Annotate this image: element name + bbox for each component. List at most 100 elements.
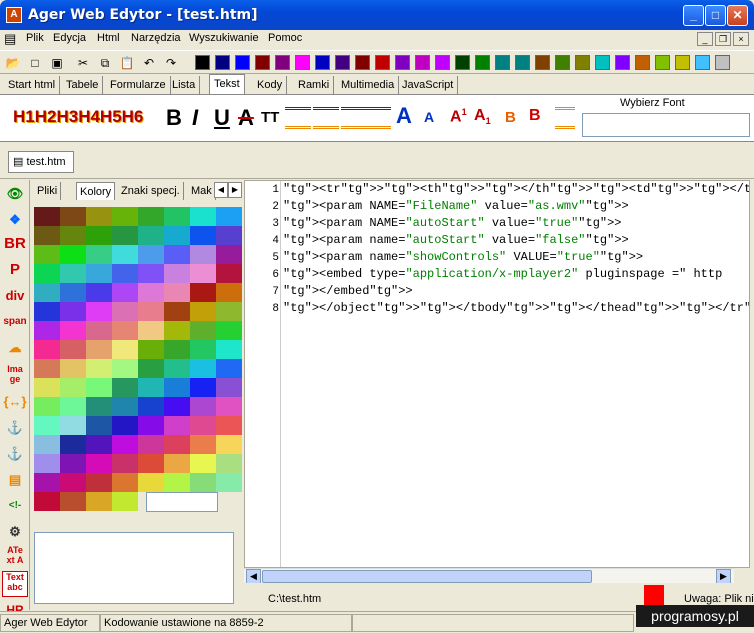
palette-color[interactable] xyxy=(112,245,138,264)
palette-color[interactable] xyxy=(216,207,242,226)
span-button[interactable]: span xyxy=(2,309,28,335)
tab-lista[interactable]: Lista xyxy=(168,76,201,94)
panel-tab-kolory[interactable]: Kolory xyxy=(76,182,116,200)
palette-color[interactable] xyxy=(60,302,86,321)
palette-color[interactable] xyxy=(60,416,86,435)
palette-color[interactable] xyxy=(216,397,242,416)
br-button[interactable]: BR xyxy=(2,231,28,257)
code-line[interactable]: "tg"></object"tg">>"tg"></tbody"tg">>"tg… xyxy=(283,301,749,315)
palette-color[interactable] xyxy=(34,378,60,397)
color-swatch[interactable] xyxy=(495,55,510,70)
color-swatch[interactable] xyxy=(675,55,690,70)
palette-color[interactable] xyxy=(164,397,190,416)
palette-color[interactable] xyxy=(112,321,138,340)
palette-color[interactable] xyxy=(216,283,242,302)
tab-tekst[interactable]: Tekst xyxy=(209,74,245,94)
color-swatch[interactable] xyxy=(435,55,450,70)
tab-ramki[interactable]: Ramki xyxy=(294,76,335,94)
minimize-button[interactable]: _ xyxy=(683,5,704,26)
div-button[interactable]: div xyxy=(2,283,28,309)
palette-color[interactable] xyxy=(138,359,164,378)
palette-color[interactable] xyxy=(138,378,164,397)
palette-color[interactable] xyxy=(112,416,138,435)
palette-color[interactable] xyxy=(60,207,86,226)
panel-tab-pliki[interactable]: Pliki xyxy=(34,182,62,200)
scroll-right-button[interactable]: ▶ xyxy=(716,569,731,584)
palette-color[interactable] xyxy=(86,321,112,340)
palette-color[interactable] xyxy=(60,397,86,416)
eye-icon[interactable]: 👁 xyxy=(2,181,28,207)
color-swatch[interactable] xyxy=(415,55,430,70)
windows-icon[interactable]: ❖ xyxy=(2,207,28,233)
color-swatch[interactable] xyxy=(635,55,650,70)
code-line[interactable]: "tg"><param name="showControls" VALUE="t… xyxy=(283,250,643,264)
palette-color[interactable] xyxy=(216,435,242,454)
textbox-icon[interactable]: Text abc xyxy=(2,571,28,597)
palette-color[interactable] xyxy=(86,454,112,473)
align-right-icon[interactable] xyxy=(341,107,367,129)
panel-tab-makra[interactable]: Mak xyxy=(188,182,216,200)
menu-narzedzia[interactable]: Narzędzia xyxy=(131,32,181,44)
palette-color[interactable] xyxy=(164,283,190,302)
menu-edycja[interactable]: Edycja xyxy=(53,32,86,44)
palette-color[interactable] xyxy=(60,245,86,264)
palette-color[interactable] xyxy=(164,416,190,435)
code-line[interactable]: "tg"><param NAME="FileName" value="as.wm… xyxy=(283,199,629,213)
color-palette[interactable] xyxy=(34,206,242,514)
palette-color[interactable] xyxy=(34,302,60,321)
bold-button[interactable]: B xyxy=(166,105,182,131)
anchor-link-icon[interactable]: ⚓ xyxy=(2,441,28,467)
palette-color[interactable] xyxy=(138,226,164,245)
palette-color[interactable] xyxy=(34,245,60,264)
font-bigger-button[interactable]: A xyxy=(396,103,412,129)
palette-color[interactable] xyxy=(86,435,112,454)
text-icon[interactable]: ATe xt A xyxy=(2,545,28,571)
palette-color[interactable] xyxy=(60,378,86,397)
palette-color[interactable] xyxy=(112,340,138,359)
align-left-icon[interactable] xyxy=(285,107,311,129)
palette-color[interactable] xyxy=(164,454,190,473)
color-swatch[interactable] xyxy=(395,55,410,70)
palette-color[interactable] xyxy=(112,435,138,454)
color-swatch[interactable] xyxy=(195,55,210,70)
palette-color[interactable] xyxy=(112,302,138,321)
palette-color[interactable] xyxy=(164,207,190,226)
tab-multimedia[interactable]: Multimedia xyxy=(337,76,400,94)
palette-color[interactable] xyxy=(164,245,190,264)
palette-color[interactable] xyxy=(34,492,60,511)
palette-color[interactable] xyxy=(190,207,216,226)
color-swatch[interactable] xyxy=(355,55,370,70)
palette-color[interactable] xyxy=(86,359,112,378)
palette-color[interactable] xyxy=(86,207,112,226)
save-icon[interactable]: ▣ xyxy=(48,54,66,72)
color-swatch[interactable] xyxy=(615,55,630,70)
palette-color[interactable] xyxy=(138,283,164,302)
color-swatch[interactable] xyxy=(295,55,310,70)
tab-kody[interactable]: Kody xyxy=(253,76,288,94)
color-swatch[interactable] xyxy=(515,55,530,70)
palette-color[interactable] xyxy=(34,397,60,416)
palette-color[interactable] xyxy=(138,264,164,283)
palette-color[interactable] xyxy=(190,454,216,473)
panel-scroll-right-button[interactable]: ▶ xyxy=(228,182,242,198)
headings-button[interactable]: H1H2H3H4H5H6 xyxy=(13,107,143,127)
color-swatch[interactable] xyxy=(535,55,550,70)
panel-text-area[interactable] xyxy=(34,532,234,604)
palette-color[interactable] xyxy=(34,226,60,245)
palette-color[interactable] xyxy=(164,226,190,245)
palette-color[interactable] xyxy=(216,340,242,359)
palette-color[interactable] xyxy=(138,435,164,454)
color-swatch[interactable] xyxy=(715,55,730,70)
italic-button[interactable]: I xyxy=(192,105,198,131)
palette-color[interactable] xyxy=(60,283,86,302)
scroll-thumb[interactable] xyxy=(262,570,592,583)
horizontal-scrollbar[interactable]: ◀ ▶ xyxy=(244,568,734,584)
superscript-button[interactable]: A1 xyxy=(450,107,467,126)
palette-color[interactable] xyxy=(190,473,216,492)
palette-color[interactable] xyxy=(34,264,60,283)
palette-color[interactable] xyxy=(190,245,216,264)
form-icon[interactable]: ▤ xyxy=(2,467,28,493)
palette-color[interactable] xyxy=(216,378,242,397)
palette-color[interactable] xyxy=(216,245,242,264)
palette-color[interactable] xyxy=(138,473,164,492)
